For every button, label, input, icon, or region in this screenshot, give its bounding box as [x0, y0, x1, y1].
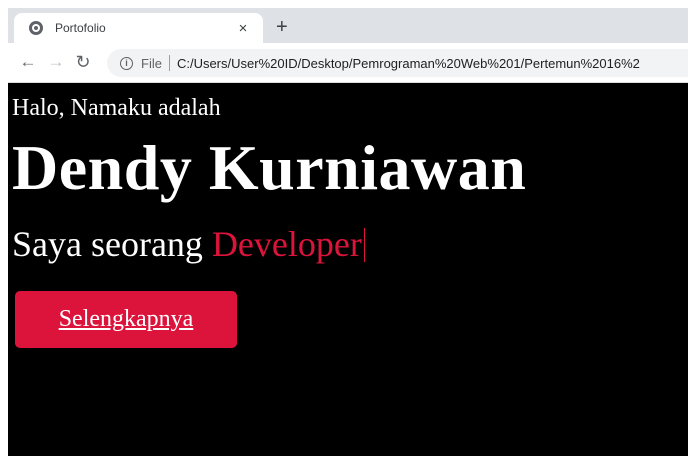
scheme-label: File: [141, 55, 162, 71]
selengkapnya-button[interactable]: Selengkapnya: [15, 291, 237, 348]
browser-toolbar: ← → ↻ i File C:/Users/User%20ID/Desktop/…: [8, 43, 688, 83]
role-line: Saya seorang Developer: [12, 222, 366, 266]
role-prefix: Saya seorang: [12, 224, 203, 264]
reload-icon[interactable]: ↻: [73, 52, 93, 72]
close-icon[interactable]: ×: [235, 21, 251, 36]
browser-window: Portofolio × + ← → ↻ i File C:/Users/Use…: [8, 8, 688, 456]
forward-arrow-icon[interactable]: →: [46, 52, 66, 72]
greeting-text: Halo, Namaku adalah: [12, 95, 221, 121]
typing-cursor: [363, 228, 366, 262]
hero-name: Dendy Kurniawan: [12, 132, 527, 203]
page-content: Halo, Namaku adalah Dendy Kurniawan Saya…: [8, 84, 688, 456]
role-highlight: Developer: [211, 224, 362, 264]
address-divider: [168, 55, 170, 71]
url-text[interactable]: C:/Users/User%20ID/Desktop/Pemrograman%2…: [177, 56, 640, 71]
back-arrow-icon[interactable]: ←: [18, 52, 38, 72]
tab-strip: Portofolio × +: [8, 8, 688, 43]
tab-title: Portofolio: [55, 21, 106, 35]
address-bar[interactable]: i File C:/Users/User%20ID/Desktop/Pemrog…: [107, 49, 688, 77]
globe-icon: [29, 21, 43, 35]
info-icon[interactable]: i: [120, 56, 133, 70]
tab-portofolio[interactable]: Portofolio ×: [14, 13, 263, 43]
new-tab-icon[interactable]: +: [276, 17, 288, 37]
